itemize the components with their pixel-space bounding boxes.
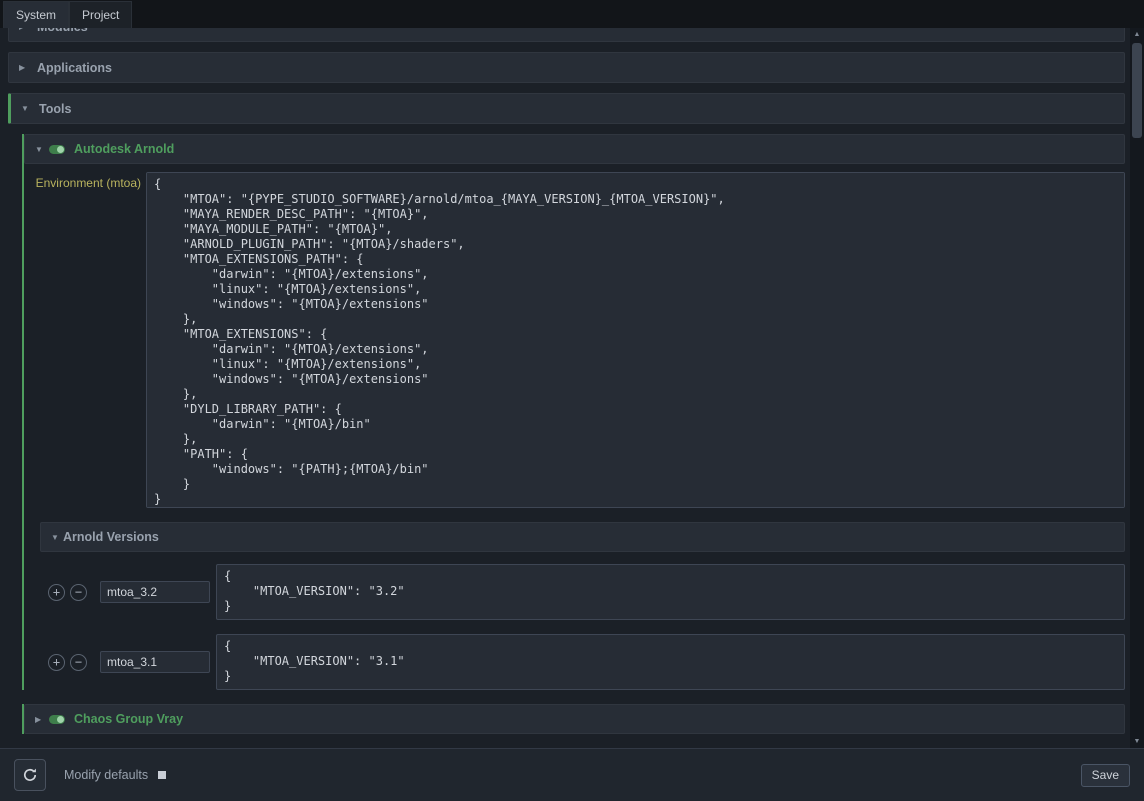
section-title-applications: Applications: [37, 61, 112, 75]
chevron-down-icon: ▼: [35, 145, 47, 154]
version-row: + − { "MTOA_VERSION": "3.2" }: [40, 564, 1125, 620]
environment-label: Environment (mtoa): [24, 172, 146, 190]
vray-section-header[interactable]: ▶ Chaos Group Vray: [24, 704, 1125, 734]
environment-json-editor[interactable]: { "MTOA": "{PYPE_STUDIO_SOFTWARE}/arnold…: [146, 172, 1125, 508]
version-name-input[interactable]: [100, 651, 210, 673]
version-json-editor[interactable]: { "MTOA_VERSION": "3.2" }: [216, 564, 1125, 620]
vertical-scrollbar[interactable]: ▲ ▼: [1130, 28, 1144, 748]
settings-window: System Project ▶ Modules ▶ Applications …: [0, 0, 1144, 801]
arnold-versions-header[interactable]: ▼ Arnold Versions: [40, 522, 1125, 552]
add-version-button[interactable]: +: [48, 654, 65, 671]
save-button[interactable]: Save: [1081, 764, 1130, 787]
version-name-input[interactable]: [100, 581, 210, 603]
modify-defaults-checkbox[interactable]: [158, 771, 166, 779]
refresh-button[interactable]: [14, 759, 46, 791]
footer-bar: Modify defaults Save: [0, 748, 1144, 801]
section-header-modules[interactable]: ▶ Modules: [8, 28, 1125, 42]
tab-system[interactable]: System: [3, 1, 69, 28]
chevron-right-icon: ▶: [19, 28, 31, 31]
remove-version-button[interactable]: −: [70, 584, 87, 601]
section-title-tools: Tools: [39, 102, 71, 116]
chevron-right-icon: ▶: [19, 63, 31, 72]
version-json-editor[interactable]: { "MTOA_VERSION": "3.1" }: [216, 634, 1125, 690]
remove-version-button[interactable]: −: [70, 654, 87, 671]
chevron-right-icon: ▶: [35, 715, 47, 724]
arnold-section: ▼ Autodesk Arnold Environment (mtoa) { "…: [22, 134, 1125, 690]
scroll-down-button[interactable]: ▼: [1130, 735, 1144, 748]
arnold-section-header[interactable]: ▼ Autodesk Arnold: [24, 134, 1125, 164]
arnold-enabled-toggle-icon[interactable]: [49, 145, 65, 154]
arnold-section-title: Autodesk Arnold: [74, 142, 174, 156]
vray-section-title: Chaos Group Vray: [74, 712, 183, 726]
chevron-down-icon: ▼: [51, 533, 63, 542]
environment-row: Environment (mtoa) { "MTOA": "{PYPE_STUD…: [24, 172, 1125, 508]
vray-section: ▶ Chaos Group Vray: [22, 704, 1125, 734]
version-row: + − { "MTOA_VERSION": "3.1" }: [40, 634, 1125, 690]
vray-enabled-toggle-icon[interactable]: [49, 715, 65, 724]
tab-bar: System Project: [0, 0, 1144, 28]
settings-scroll-area: ▶ Modules ▶ Applications ▼ Tools ▼ Autod…: [0, 28, 1144, 748]
arnold-versions-title: Arnold Versions: [63, 530, 159, 544]
tools-section-body: ▼ Autodesk Arnold Environment (mtoa) { "…: [8, 134, 1125, 734]
tab-project[interactable]: Project: [69, 1, 132, 28]
arnold-section-body: Environment (mtoa) { "MTOA": "{PYPE_STUD…: [24, 172, 1125, 690]
scroll-up-button[interactable]: ▲: [1130, 28, 1144, 41]
section-header-tools[interactable]: ▼ Tools: [8, 93, 1125, 124]
modify-defaults-label: Modify defaults: [64, 768, 148, 782]
refresh-icon: [22, 767, 38, 783]
chevron-down-icon: ▼: [21, 104, 33, 113]
arnold-versions-section: ▼ Arnold Versions + − { "MTOA_VERSION": …: [40, 522, 1125, 690]
toggle-knob: [57, 146, 64, 153]
settings-content: ▶ Modules ▶ Applications ▼ Tools ▼ Autod…: [0, 28, 1130, 748]
section-header-applications[interactable]: ▶ Applications: [8, 52, 1125, 83]
scrollbar-thumb[interactable]: [1132, 43, 1142, 138]
section-title-modules: Modules: [37, 28, 88, 34]
add-version-button[interactable]: +: [48, 584, 65, 601]
toggle-knob: [57, 716, 64, 723]
